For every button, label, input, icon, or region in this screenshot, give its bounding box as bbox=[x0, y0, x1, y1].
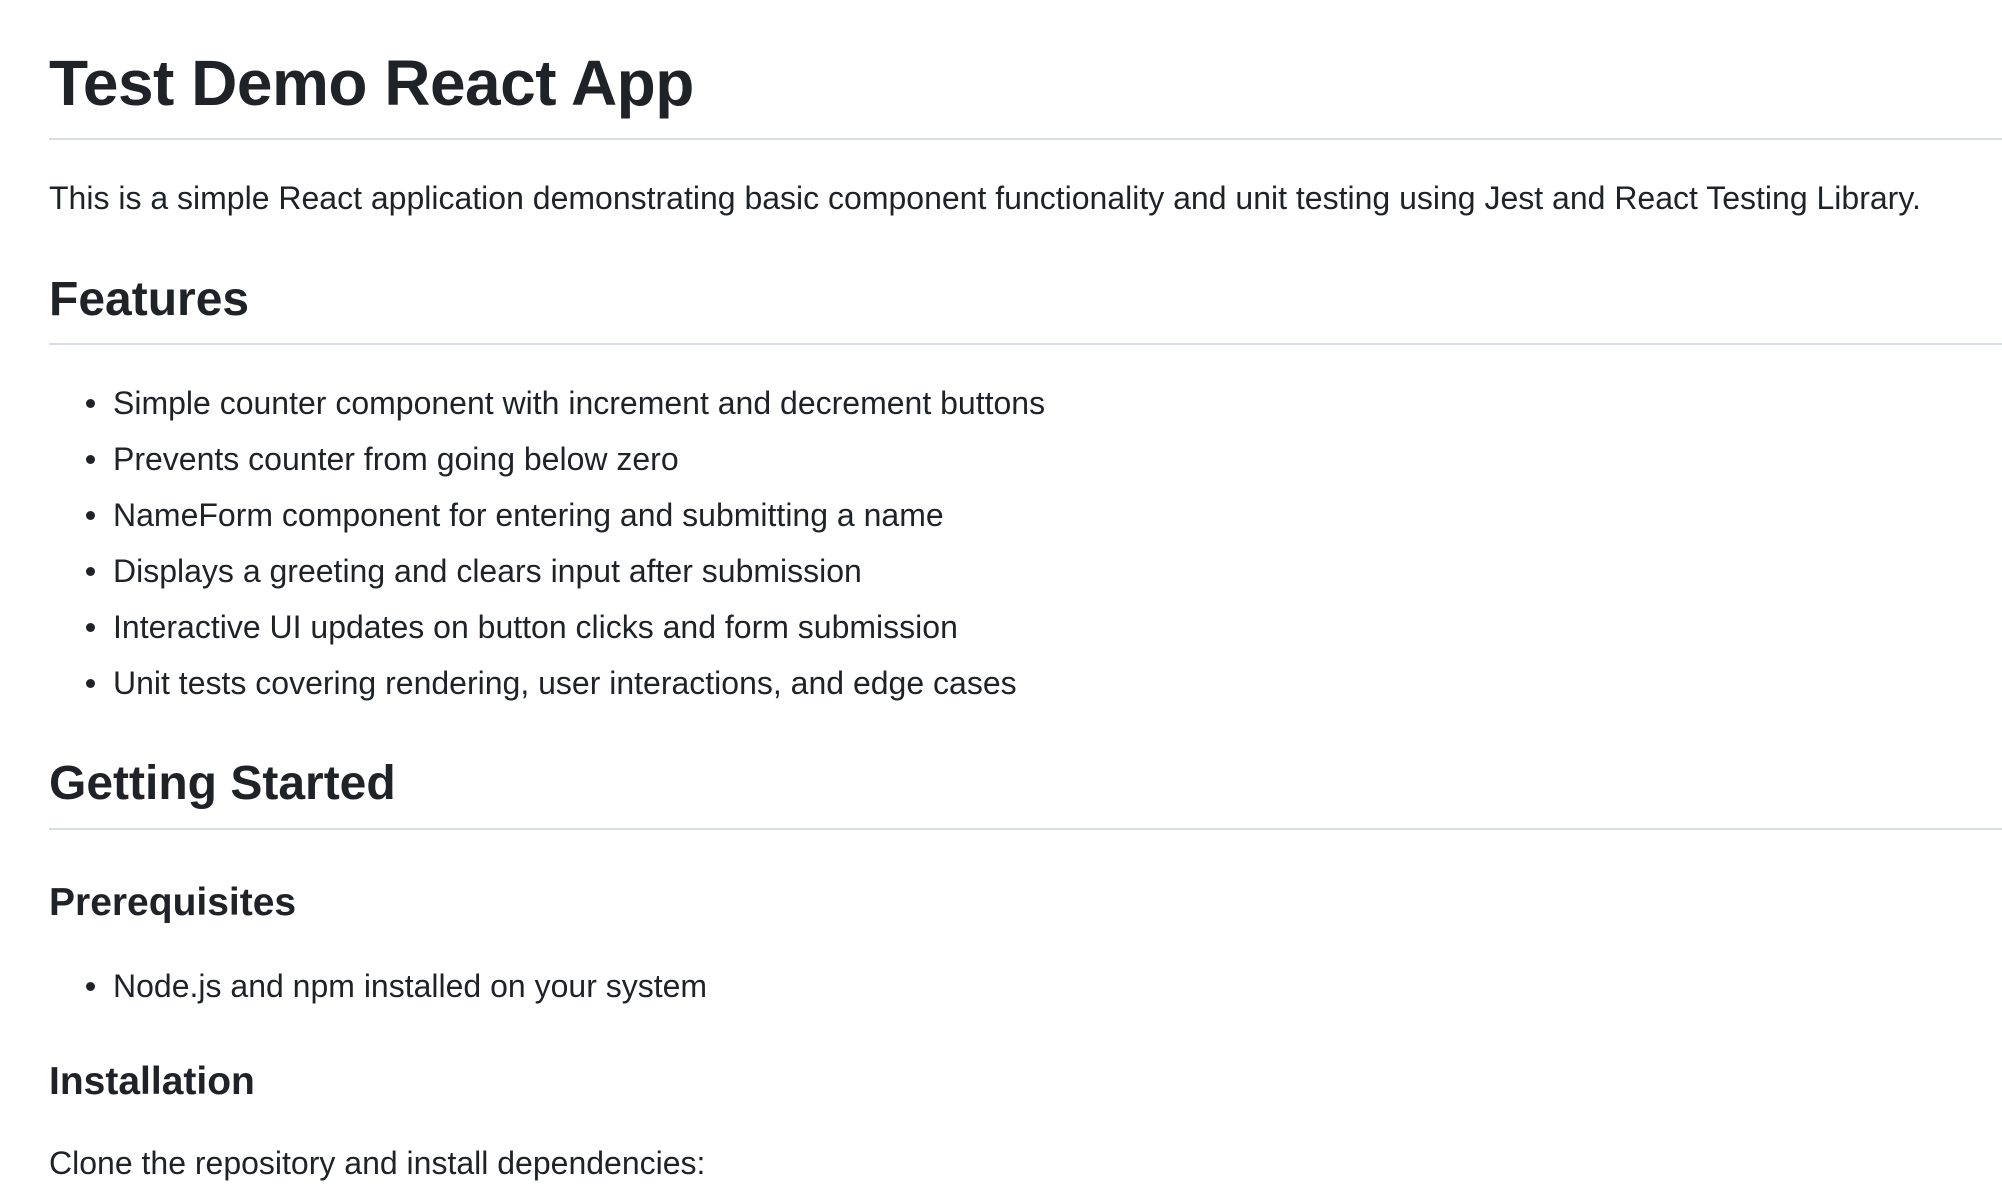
list-item-text: Unit tests covering rendering, user inte… bbox=[113, 665, 1017, 701]
bullet-icon bbox=[86, 455, 95, 464]
bullet-icon bbox=[86, 982, 95, 991]
prerequisites-heading: Prerequisites bbox=[49, 881, 297, 924]
title-divider bbox=[49, 138, 2002, 140]
list-item-text: Simple counter component with increment … bbox=[113, 385, 1046, 421]
bullet-icon bbox=[86, 567, 95, 576]
installation-paragraph: Clone the repository and install depende… bbox=[49, 1145, 706, 1181]
list-item-text: Interactive UI updates on button clicks … bbox=[113, 609, 958, 645]
getting-started-heading: Getting Started bbox=[49, 757, 396, 810]
list-item-text: NameForm component for entering and subm… bbox=[113, 497, 944, 533]
readme-document: Test Demo React App This is a simple Rea… bbox=[0, 0, 2002, 1196]
list-item-text: Prevents counter from going below zero bbox=[113, 441, 679, 477]
bullet-icon bbox=[86, 623, 95, 632]
bullet-icon bbox=[86, 511, 95, 520]
bullet-icon bbox=[86, 399, 95, 408]
list-item-text: Displays a greeting and clears input aft… bbox=[113, 553, 862, 589]
page-title: Test Demo React App bbox=[49, 47, 694, 119]
bullet-icon bbox=[86, 679, 95, 688]
intro-paragraph: This is a simple React application demon… bbox=[49, 180, 1921, 216]
getting-started-divider bbox=[49, 828, 2002, 830]
features-divider bbox=[49, 343, 2002, 345]
installation-heading: Installation bbox=[49, 1060, 255, 1103]
list-item-text: Node.js and npm installed on your system bbox=[113, 968, 708, 1004]
features-heading: Features bbox=[49, 273, 250, 326]
